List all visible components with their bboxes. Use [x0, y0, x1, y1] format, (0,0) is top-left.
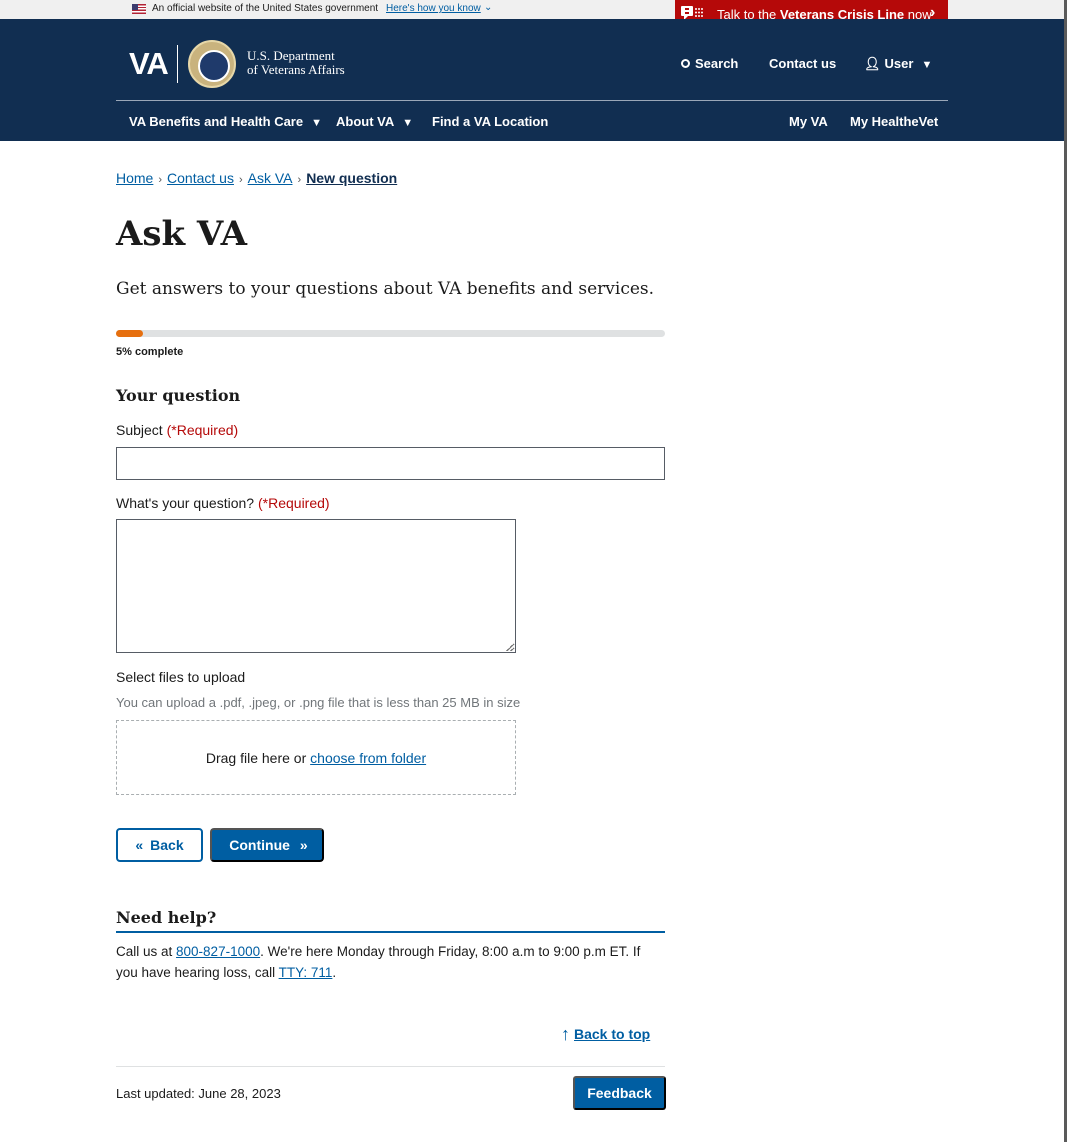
- chevron-right-icon: ›: [158, 174, 163, 186]
- need-help-title: Need help?: [116, 908, 217, 927]
- double-chevron-right-icon: »: [299, 837, 308, 853]
- chevron-right-icon: ›: [238, 174, 243, 186]
- chevron-down-icon: ▼: [402, 117, 414, 129]
- choose-from-folder-link[interactable]: choose from folder: [310, 750, 426, 766]
- official-site-text: An official website of the United States…: [152, 3, 379, 14]
- progress-bar: [116, 330, 665, 337]
- files-label: Select files to upload: [116, 669, 246, 685]
- dept-line-1: U.S. Department: [247, 48, 335, 63]
- nav-about-menu[interactable]: About VA ▼: [336, 114, 413, 129]
- nav-about-label: About VA: [336, 114, 395, 129]
- feedback-button[interactable]: Feedback: [573, 1076, 666, 1110]
- help-text-3: .: [332, 965, 337, 980]
- arrow-up-icon: ↑: [561, 1024, 570, 1044]
- phone-link[interactable]: 800-827-1000: [176, 944, 260, 959]
- department-name[interactable]: U.S. Department of Veterans Affairs: [247, 49, 345, 77]
- tty-link[interactable]: TTY: 711: [279, 965, 333, 980]
- double-chevron-left-icon: «: [135, 837, 143, 853]
- breadcrumb: Home › Contact us › Ask VA › New question: [116, 170, 397, 186]
- footer-divider: [116, 1066, 665, 1067]
- back-label: Back: [150, 837, 184, 853]
- header-divider: [116, 100, 948, 101]
- nav-my-healthevet[interactable]: My HealtheVet: [850, 114, 938, 129]
- subject-label-text: Subject: [116, 422, 163, 438]
- need-help-divider: [116, 931, 665, 933]
- subject-label: Subject (*Required): [116, 422, 238, 438]
- user-menu-button[interactable]: 👤︎ User ▼: [864, 56, 932, 72]
- progress-label: 5% complete: [116, 346, 184, 358]
- required-marker: (*Required): [257, 495, 330, 511]
- files-hint: You can upload a .pdf, .jpeg, or .png fi…: [116, 695, 521, 710]
- chevron-down-icon: ▼: [311, 117, 322, 129]
- us-flag-icon: [132, 4, 146, 14]
- page-title: Ask VA: [116, 214, 248, 254]
- search-label: Search: [695, 56, 739, 71]
- section-title: Your question: [116, 386, 241, 405]
- need-help-text: Call us at 800-827-1000. We're here Mond…: [116, 941, 665, 983]
- question-textarea[interactable]: [116, 519, 516, 653]
- breadcrumb-contact[interactable]: Contact us: [167, 170, 234, 186]
- last-updated: Last updated: June 28, 2023: [116, 1086, 281, 1101]
- chevron-down-icon[interactable]: ⌄: [484, 2, 492, 13]
- breadcrumb-ask-va[interactable]: Ask VA: [248, 170, 293, 186]
- how-you-know-link[interactable]: Here's how you know: [386, 3, 481, 14]
- breadcrumb-current[interactable]: New question: [306, 170, 397, 186]
- question-label: What's your question? (*Required): [116, 495, 330, 511]
- page-intro: Get answers to your questions about VA b…: [116, 279, 655, 299]
- breadcrumb-home[interactable]: Home: [116, 170, 153, 186]
- va-seal-icon[interactable]: [188, 40, 236, 88]
- logo-divider: [177, 45, 178, 83]
- dropzone-text: Drag file here or: [205, 750, 311, 766]
- dept-line-2: of Veterans Affairs: [247, 62, 345, 77]
- chevron-down-icon: ▼: [921, 59, 933, 71]
- required-marker: (*Required): [166, 422, 239, 438]
- user-label: User: [884, 56, 914, 71]
- help-text-1: Call us at: [116, 944, 177, 959]
- crisis-chat-icon: [681, 6, 703, 20]
- back-to-top-label: Back to top: [574, 1026, 651, 1042]
- resize-handle-icon[interactable]: [506, 643, 514, 651]
- user-icon: 👤︎: [864, 56, 881, 71]
- subject-input[interactable]: [116, 447, 665, 480]
- file-dropzone[interactable]: Drag file here or choose from folder: [116, 720, 516, 795]
- back-button[interactable]: « Back: [116, 828, 203, 862]
- site-header: VA U.S. Department of Veterans Affairs S…: [0, 19, 1064, 141]
- nav-benefits-label: VA Benefits and Health Care: [129, 114, 304, 129]
- nav-benefits-menu[interactable]: VA Benefits and Health Care ▼: [129, 114, 322, 129]
- contact-us-link[interactable]: Contact us: [769, 56, 836, 71]
- continue-button[interactable]: Continue »: [210, 828, 324, 862]
- question-label-text: What's your question?: [116, 495, 255, 511]
- va-logo[interactable]: VA: [129, 46, 169, 82]
- chevron-right-icon: ›: [297, 174, 302, 186]
- continue-label: Continue: [229, 837, 290, 853]
- nav-my-va[interactable]: My VA: [789, 114, 828, 129]
- nav-find-location[interactable]: Find a VA Location: [432, 114, 548, 129]
- progress-fill: [116, 330, 144, 337]
- search-icon: [681, 59, 690, 68]
- search-button[interactable]: Search: [681, 56, 738, 71]
- back-to-top-link[interactable]: ↑ Back to top: [561, 1023, 650, 1044]
